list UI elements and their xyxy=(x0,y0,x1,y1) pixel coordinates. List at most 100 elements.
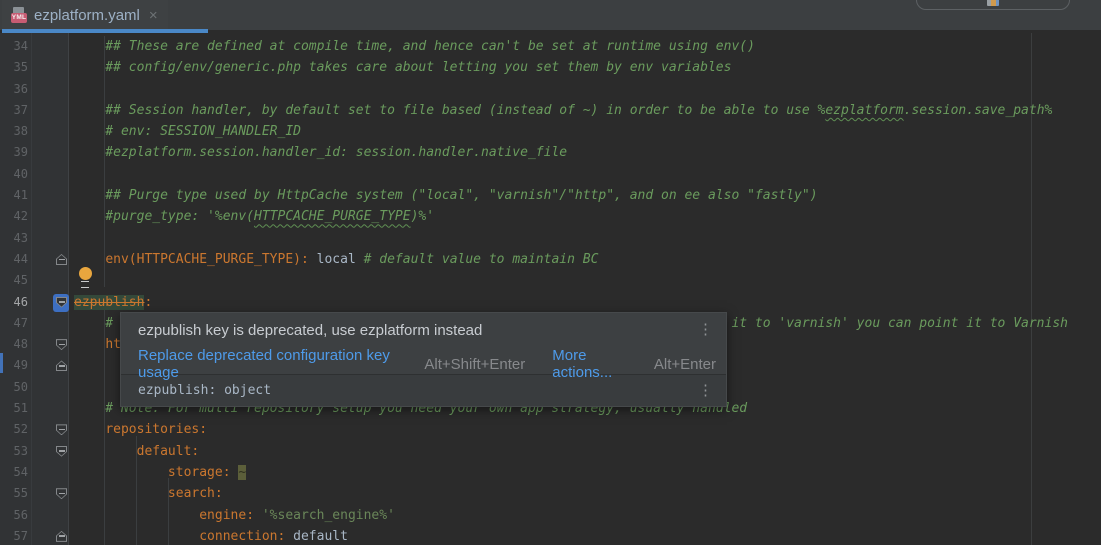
gutter-cell: 45 xyxy=(0,270,69,291)
fold-marker-icon[interactable] xyxy=(56,424,67,435)
code-line[interactable]: 34 ## These are defined at compile time,… xyxy=(0,36,1101,57)
code-line[interactable]: 41 ## Purge type used by HttpCache syste… xyxy=(0,185,1101,206)
gutter-cell: 47 xyxy=(0,313,69,334)
code-line[interactable]: 35 ## config/env/generic.php takes care … xyxy=(0,57,1101,78)
code-text[interactable]: search: xyxy=(69,483,223,504)
line-number: 51 xyxy=(0,398,28,419)
code-text[interactable]: ## These are defined at compile time, an… xyxy=(69,36,755,57)
primary-shortcut: Alt+Shift+Enter xyxy=(424,356,525,373)
code-text[interactable]: env(HTTPCACHE_PURGE_TYPE): local # defau… xyxy=(69,249,598,270)
code-token-plain xyxy=(254,508,262,523)
code-text[interactable] xyxy=(69,355,74,376)
deprecation-message: ezpublish key is deprecated, use ezplatf… xyxy=(138,322,695,339)
line-number: 55 xyxy=(0,483,28,504)
code-line[interactable]: 44 env(HTTPCACHE_PURGE_TYPE): local # de… xyxy=(0,249,1101,270)
gutter-cell: 54 xyxy=(0,462,69,483)
line-number: 47 xyxy=(0,313,28,334)
code-line[interactable]: 54 storage: ~ xyxy=(0,462,1101,483)
code-line[interactable]: 36 xyxy=(0,79,1101,100)
gutter-cell: 42 xyxy=(0,206,69,227)
tab-label: ezplatform.yaml xyxy=(34,7,140,24)
intention-popup-hint: ezpublish key is deprecated, use ezplatf… xyxy=(121,313,726,374)
code-token-highlighted-tilde: ~ xyxy=(238,465,246,480)
code-token-comment: #purge_type: '%env( xyxy=(74,209,254,224)
code-token-value: default xyxy=(293,529,348,544)
code-token-comment: ## Purge type used by HttpCache system (… xyxy=(74,188,818,203)
more-actions-link[interactable]: More actions... xyxy=(552,347,643,381)
code-line[interactable]: 40 xyxy=(0,164,1101,185)
fold-marker-icon[interactable] xyxy=(56,446,67,457)
tab-ezplatform-yaml[interactable]: YML ezplatform.yaml × xyxy=(2,0,168,30)
run-widget-button[interactable] xyxy=(916,0,1070,10)
code-token-key: connection: xyxy=(199,529,285,544)
code-text[interactable] xyxy=(69,228,74,249)
code-token-key: repositories: xyxy=(105,422,207,437)
code-line[interactable]: 57 connection: default xyxy=(0,526,1101,545)
run-widget-icon xyxy=(987,0,999,6)
code-token-key: env(HTTPCACHE_PURGE_TYPE): xyxy=(105,252,309,267)
gutter-cell: 41 xyxy=(0,185,69,206)
code-token-key: storage: xyxy=(168,465,231,480)
fold-marker-icon[interactable] xyxy=(56,254,67,265)
code-line[interactable]: 39 #ezplatform.session.handler_id: sessi… xyxy=(0,142,1101,163)
code-text[interactable]: connection: default xyxy=(69,526,348,545)
code-line[interactable]: 45 xyxy=(0,270,1101,291)
line-number: 45 xyxy=(0,270,28,291)
code-token-deprecated-key: ezpublish xyxy=(74,295,144,310)
code-text[interactable]: default: xyxy=(69,441,199,462)
code-text[interactable] xyxy=(69,79,74,100)
code-text[interactable]: # env: SESSION_HANDLER_ID xyxy=(69,121,301,142)
fold-marker-icon[interactable] xyxy=(56,339,67,350)
line-number: 41 xyxy=(0,185,28,206)
popup-detail-text: ezpublish: object xyxy=(138,383,695,398)
code-text[interactable]: storage: ~ xyxy=(69,462,246,483)
left-edge-marker xyxy=(0,353,3,373)
code-line[interactable]: 38 # env: SESSION_HANDLER_ID xyxy=(0,121,1101,142)
line-number: 57 xyxy=(0,526,28,545)
code-token-plain xyxy=(74,486,168,501)
line-number: 44 xyxy=(0,249,28,270)
line-number: 39 xyxy=(0,142,28,163)
yaml-file-icon-badge: YML xyxy=(11,13,27,23)
yaml-file-icon: YML xyxy=(11,7,27,23)
gutter-cell: 56 xyxy=(0,505,69,526)
fold-marker-icon[interactable] xyxy=(56,488,67,499)
gutter-cell: 48 xyxy=(0,334,69,355)
tab-close-icon[interactable]: × xyxy=(149,8,158,23)
code-text[interactable] xyxy=(69,164,74,185)
code-line[interactable]: 37 ## Session handler, by default set to… xyxy=(0,100,1101,121)
more-actions-shortcut: Alt+Enter xyxy=(654,356,716,373)
code-line[interactable]: 56 engine: '%search_engine%' xyxy=(0,505,1101,526)
code-text[interactable] xyxy=(69,377,74,398)
code-line[interactable]: 53 default: xyxy=(0,441,1101,462)
code-text[interactable]: #purge_type: '%env(HTTPCACHE_PURGE_TYPE)… xyxy=(69,206,434,227)
code-line[interactable]: 43 xyxy=(0,228,1101,249)
fold-marker-icon[interactable] xyxy=(56,531,67,542)
code-line[interactable]: 46 ezpublish: xyxy=(0,292,1101,313)
code-text[interactable]: ## Purge type used by HttpCache system (… xyxy=(69,185,818,206)
code-token-plain xyxy=(74,465,168,480)
code-token-value: local xyxy=(317,252,356,267)
code-token-plain xyxy=(74,444,137,459)
code-line[interactable]: 52 repositories: xyxy=(0,419,1101,440)
code-editor[interactable]: 34 ## These are defined at compile time,… xyxy=(0,33,1101,545)
fold-marker-icon[interactable] xyxy=(56,360,67,371)
code-text[interactable]: ## Session handler, by default set to fi… xyxy=(69,100,1052,121)
popup-menu-icon[interactable]: ⋮ xyxy=(695,322,716,337)
replace-deprecated-action[interactable]: Replace deprecated configuration key usa… xyxy=(138,347,411,381)
code-text[interactable]: ## config/env/generic.php takes care abo… xyxy=(69,57,731,78)
popup-detail-menu-icon[interactable]: ⋮ xyxy=(695,383,716,398)
code-text[interactable] xyxy=(69,270,74,291)
code-text[interactable]: #ezplatform.session.handler_id: session.… xyxy=(69,142,567,163)
line-number: 54 xyxy=(0,462,28,483)
code-text[interactable]: engine: '%search_engine%' xyxy=(69,505,395,526)
code-line[interactable]: 55 search: xyxy=(0,483,1101,504)
code-token-plain xyxy=(74,422,105,437)
code-token-comment-wavy: HTTPCACHE_PURGE_TYPE xyxy=(254,209,411,224)
code-text[interactable]: ezpublish: xyxy=(69,292,152,313)
line-number: 46 xyxy=(0,292,28,313)
intention-lightbulb-icon[interactable] xyxy=(78,267,92,289)
code-line[interactable]: 42 #purge_type: '%env(HTTPCACHE_PURGE_TY… xyxy=(0,206,1101,227)
code-token-key: default: xyxy=(137,444,200,459)
code-text[interactable]: repositories: xyxy=(69,419,207,440)
